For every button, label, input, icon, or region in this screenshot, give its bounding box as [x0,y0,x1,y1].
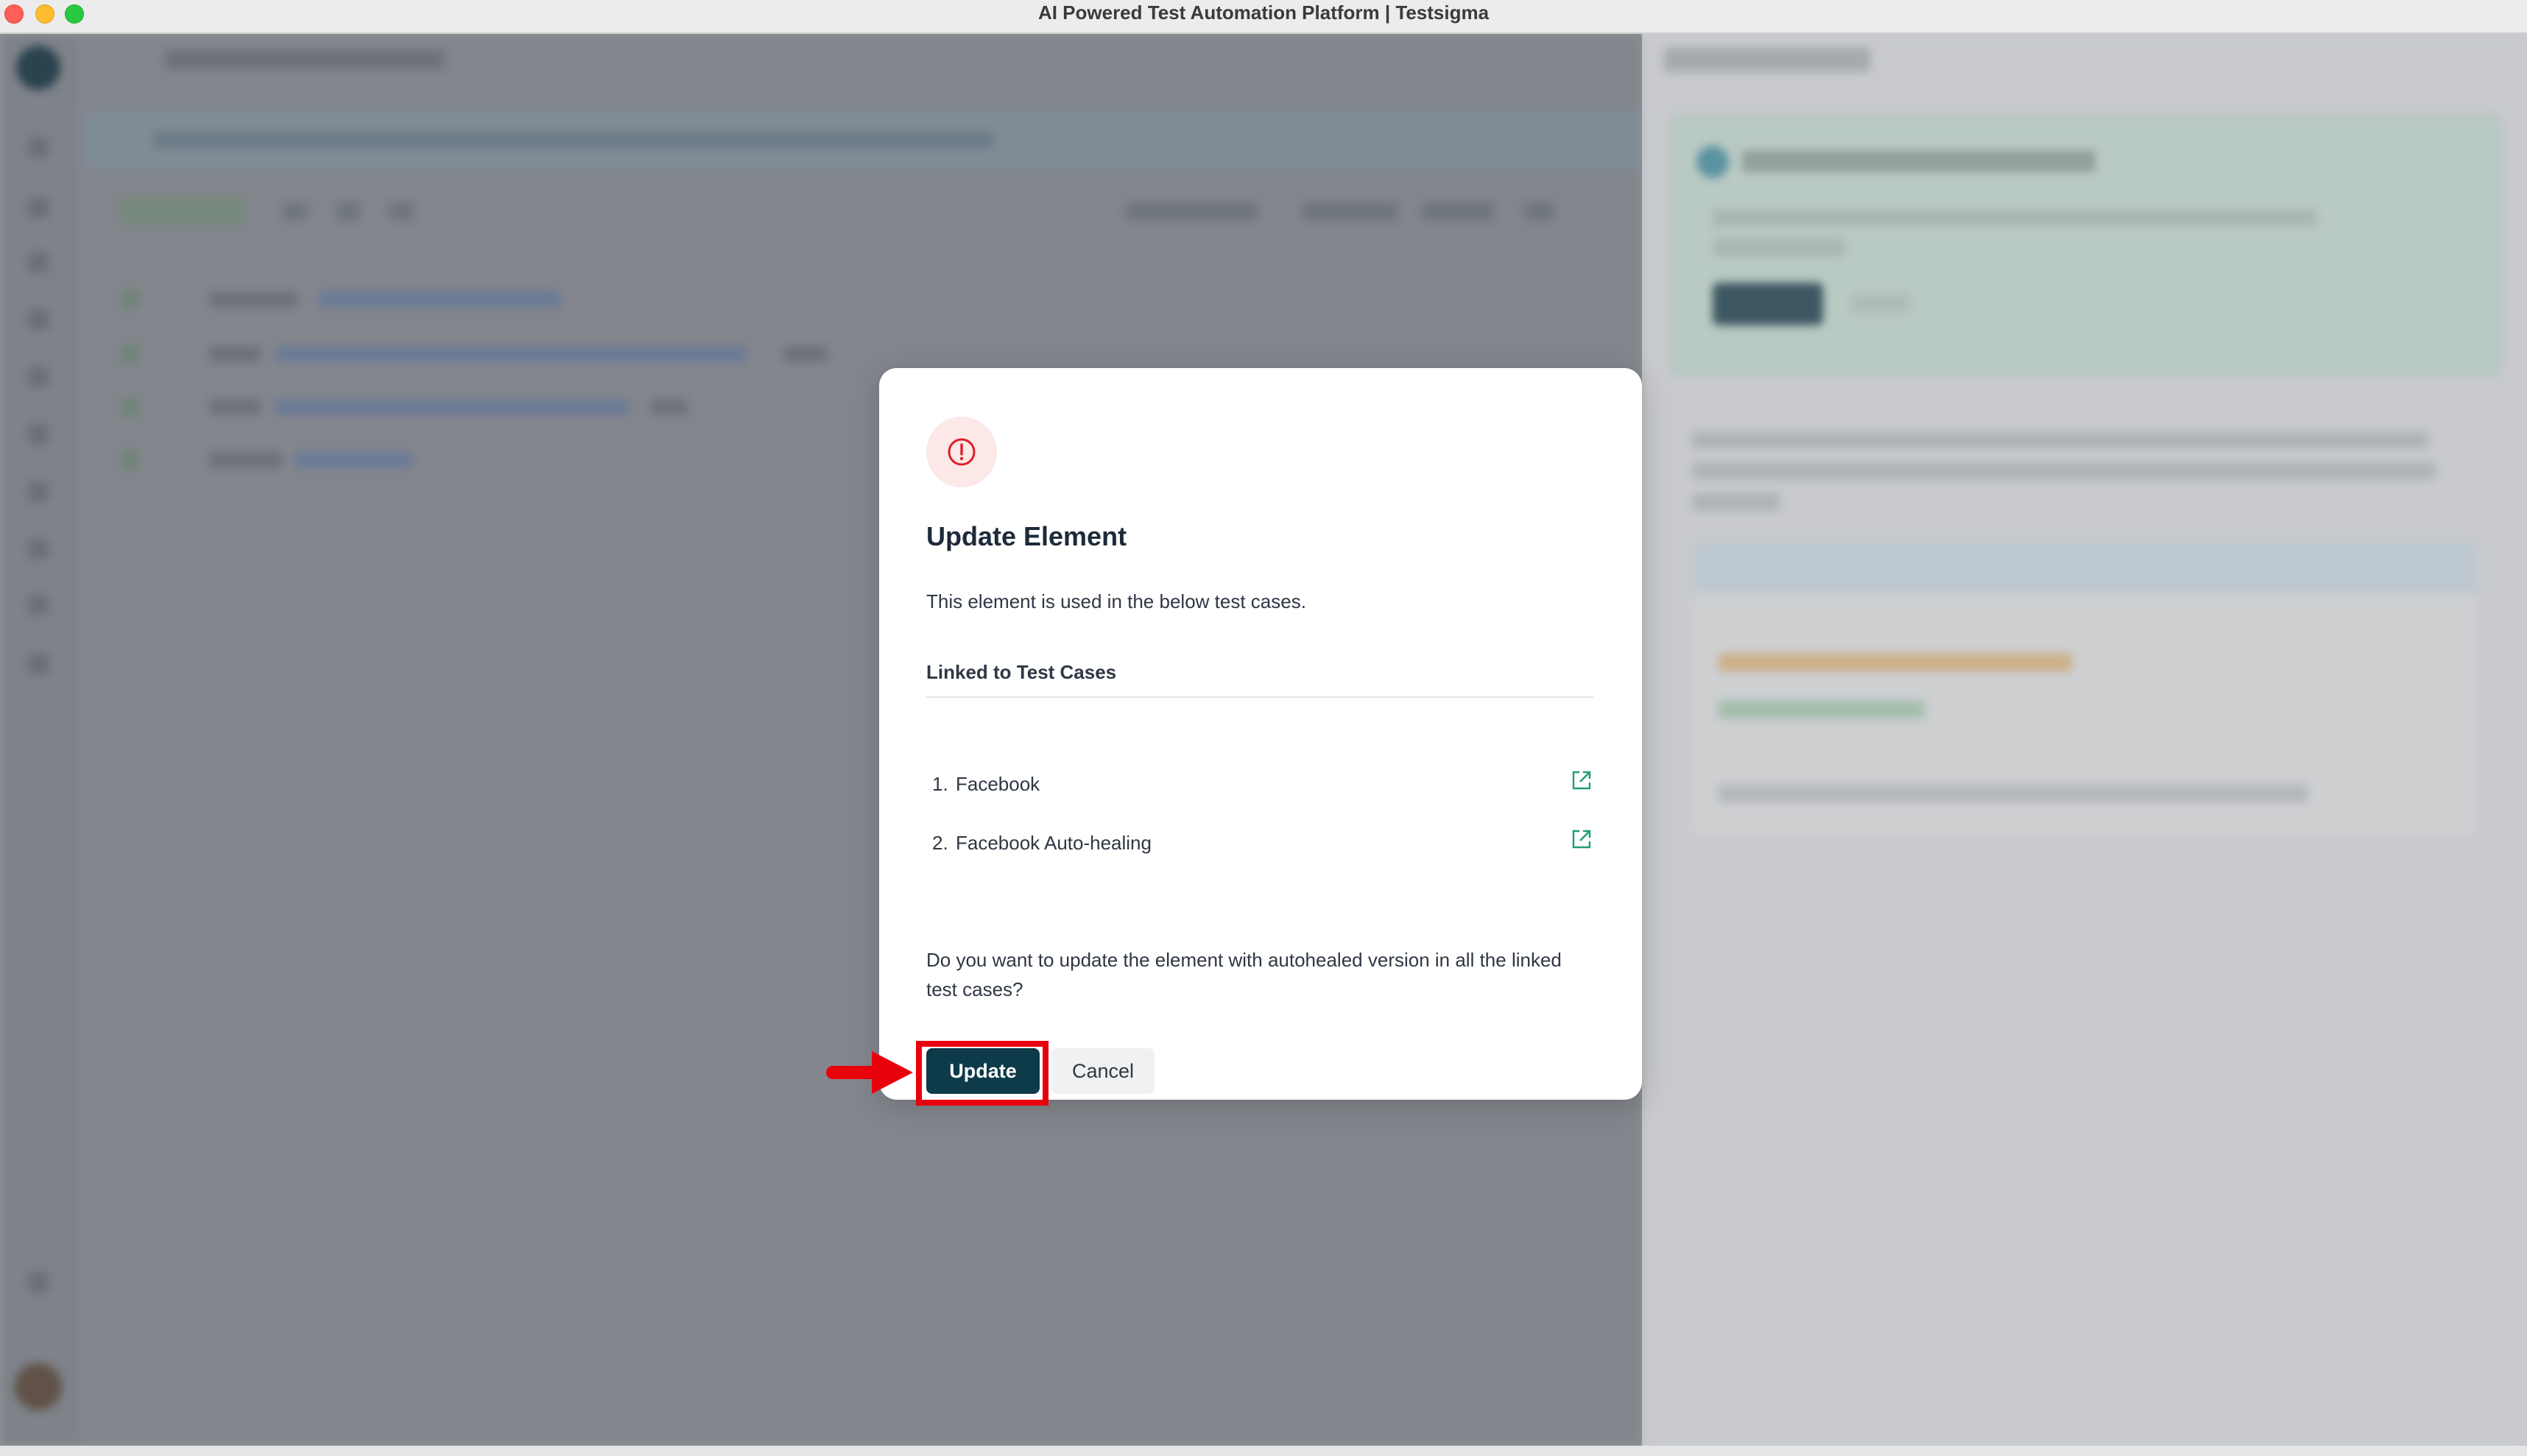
external-link-icon[interactable] [1570,827,1593,851]
update-element-dialog: Update Element This element is used in t… [879,368,1642,1100]
app-area: Update Element This element is used in t… [0,34,2527,1446]
external-link-icon[interactable] [1570,768,1593,792]
item-label: Facebook [956,773,1040,795]
dialog-question: Do you want to update the element with a… [926,949,1562,1000]
cancel-button[interactable]: Cancel [1051,1048,1155,1094]
bottom-strip [0,1446,2527,1456]
item-number: 2. [932,832,948,854]
annotation-arrow-icon [826,1051,913,1094]
item-number: 1. [932,773,948,795]
dialog-subtitle: This element is used in the below test c… [926,590,1306,612]
panel-overlay [1642,34,2527,1446]
dialog-title: Update Element [926,521,1127,551]
divider [926,696,1593,698]
minimize-window-button[interactable] [35,4,54,24]
window-title: AI Powered Test Automation Platform | Te… [1037,1,1490,24]
alert-circle-icon [926,417,997,487]
linked-test-cases-heading: Linked to Test Cases [926,661,1117,683]
maximize-window-button[interactable] [65,4,84,24]
item-label: Facebook Auto-healing [956,832,1152,854]
highlight-box [916,1041,1048,1106]
close-window-button[interactable] [4,4,24,24]
window-titlebar: AI Powered Test Automation Platform | Te… [0,0,2527,34]
linked-test-case-item: 1. Facebook [926,763,1593,807]
linked-test-case-item: 2. Facebook Auto-healing [926,821,1593,866]
